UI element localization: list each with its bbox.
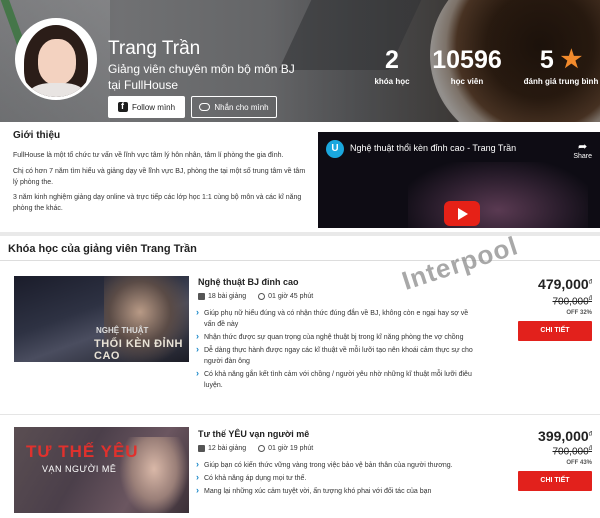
share-arrow-icon: ➦ [578,141,588,153]
follow-button[interactable]: Follow mình [108,96,185,118]
course-price: 479,000đ [538,276,592,292]
star-icon: ★ [560,46,583,73]
discount-badge: OFF 43% [566,460,592,466]
stat-courses: 2 khóa học [374,46,410,86]
course-meta: 18 bài giảng 01 giờ 45 phút [198,293,313,300]
video-player[interactable]: U Nghệ thuật thổi kèn đỉnh cao - Trang T… [318,132,600,228]
course-card: NGHỆ THUẬT THỔI KÈN ĐỈNH CAO Nghệ thuật … [0,264,600,410]
stat-rating: 5 ★ đánh giá trung bình [523,46,599,86]
intro-heading: Giới thiệu [13,130,61,141]
courses-section: Khóa học của giảng viên Trang Trần NGHỆ … [0,236,600,518]
list-item: Mang lại những xúc cảm tuyệt vời, ấn tượ… [196,485,478,497]
detail-button[interactable]: CHI TIẾT [518,321,592,341]
courses-heading: Khóa học của giảng viên Trang Trần [8,243,197,255]
course-price: 399,000đ [538,428,592,444]
intro-section: Giới thiệu FullHouse là một tổ chức tư v… [0,122,600,232]
message-button-label: Nhắn cho mình [214,102,269,112]
course-thumbnail[interactable]: NGHỆ THUẬT THỔI KÈN ĐỈNH CAO [14,276,189,362]
avatar [15,18,97,100]
course-bullets: Giúp bạn có kiến thức vững vàng trong vi… [196,459,478,499]
course-title[interactable]: Nghệ thuật BJ đỉnh cao [198,277,299,287]
course-title[interactable]: Tư thế YÊU vạn người mê [198,429,309,439]
course-old-price: 700,000đ [552,296,593,308]
message-button[interactable]: Nhắn cho mình [191,96,277,118]
clock-icon [258,293,266,300]
chat-icon [199,103,211,111]
course-old-price: 700,000đ [552,446,593,458]
share-button[interactable]: ➦ Share [573,140,592,160]
facebook-icon [117,101,128,112]
list-item: Dễ dàng thực hành được ngay các kĩ thuật… [196,344,478,367]
book-icon [198,293,205,300]
instructor-bio: Giảng viên chuyên môn bộ môn BJ tại Full… [108,62,295,92]
stat-students: 10596 học viên [432,46,502,86]
course-bullets: Giúp phụ nữ hiểu đúng và có nhận thức đú… [196,307,478,393]
course-thumbnail[interactable]: TƯ THẾ YÊU VẠN NGƯỜI MÊ [14,427,189,513]
intro-paragraph: 3 năm kinh nghiệm giảng dạy online và tr… [13,194,302,212]
list-item: Có khả năng gắn kết tình cảm với chồng /… [196,368,478,391]
intro-paragraph: Chị có hơn 7 năm tìm hiểu và giảng dạy v… [13,168,306,186]
list-item: Có khả năng áp dụng mọi tư thế. [196,472,478,484]
channel-logo: U [326,140,344,158]
instructor-name: Trang Trần [108,38,201,59]
clock-icon [258,445,266,452]
intro-paragraph: FullHouse là một tổ chức tư vấn về lĩnh … [13,152,284,159]
discount-badge: OFF 32% [566,310,592,316]
list-item: Giúp bạn có kiến thức vững vàng trong vi… [196,459,478,471]
course-meta: 12 bài giảng 01 giờ 19 phút [198,445,313,452]
list-item: Nhận thức được sự quan trọng của nghệ th… [196,331,478,343]
follow-button-label: Follow mình [131,102,176,112]
video-title[interactable]: Nghệ thuật thổi kèn đỉnh cao - Trang Trầ… [350,143,516,153]
play-button[interactable] [444,201,480,226]
detail-button[interactable]: CHI TIẾT [518,471,592,491]
list-item: Giúp phụ nữ hiểu đúng và có nhận thức đú… [196,307,478,330]
book-icon [198,445,205,452]
course-card: TƯ THẾ YÊU VẠN NGƯỜI MÊ Tư thế YÊU vạn n… [0,414,600,518]
profile-header: Trang Trần Giảng viên chuyên môn bộ môn … [0,0,600,122]
